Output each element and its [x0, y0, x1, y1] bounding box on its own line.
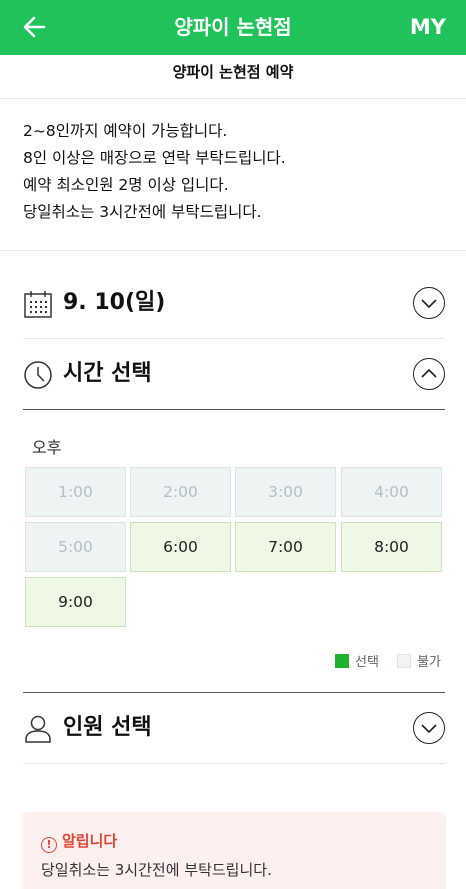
legend-swatch-unavailable [397, 654, 412, 668]
time-section-header[interactable]: 시간 선택 [23, 354, 445, 394]
alert-title: ! 알립니다 [41, 830, 117, 853]
period-label: 오후 [32, 438, 62, 457]
people-expand-button[interactable] [413, 712, 445, 744]
legend-swatch-selected [335, 654, 350, 668]
date-section-header[interactable]: 9. 10(일) [23, 283, 445, 323]
divider [23, 338, 445, 339]
app-title: 양파이 논현점 [174, 15, 292, 39]
alert-title-text: 알립니다 [62, 832, 118, 850]
time-collapse-button[interactable] [413, 358, 445, 390]
divider [23, 692, 445, 693]
page-title: 양파이 논현점 예약 [0, 55, 466, 99]
legend-selected-label: 선택 [355, 655, 379, 670]
alert-box: ! 알립니다 당일취소는 3시간전에 부탁드립니다. [21, 812, 446, 889]
selected-date: 9. 10(일) [63, 290, 166, 315]
notice-line: 2~8인까지 예약이 가능합니다. [23, 122, 228, 140]
reservation-notice: 2~8인까지 예약이 가능합니다. 8인 이상은 매장으로 연락 부탁드립니다.… [23, 118, 443, 226]
time-section-label: 시간 선택 [63, 361, 152, 386]
legend-unavailable-label: 불가 [417, 655, 441, 670]
time-slot-available[interactable]: 7:00 [235, 522, 336, 572]
clock-icon [24, 361, 52, 389]
time-slot: 5:00 [25, 522, 126, 572]
divider [23, 409, 445, 410]
time-slot-available[interactable]: 6:00 [130, 522, 231, 572]
notice-line: 예약 최소인원 2명 이상 입니다. [23, 176, 229, 194]
divider [0, 250, 466, 251]
legend-unavailable: 불가 [397, 651, 441, 670]
chevron-down-icon [421, 724, 437, 734]
time-slot: 3:00 [235, 467, 336, 517]
my-page-button[interactable]: MY [410, 0, 446, 55]
legend-selected: 선택 [335, 651, 379, 670]
person-icon [25, 715, 51, 743]
time-slot-available[interactable]: 9:00 [25, 577, 126, 627]
warning-icon: ! [41, 837, 57, 853]
alert-body: 당일취소는 3시간전에 부탁드립니다. [41, 861, 272, 879]
notice-line: 당일취소는 3시간전에 부탁드립니다. [23, 203, 262, 221]
top-app-bar: 양파이 논현점 MY [0, 0, 466, 55]
chevron-down-icon [421, 299, 437, 309]
divider [23, 763, 445, 764]
date-expand-button[interactable] [413, 287, 445, 319]
time-slot-available[interactable]: 8:00 [341, 522, 442, 572]
calendar-icon [24, 291, 52, 318]
chevron-up-icon [421, 368, 437, 378]
notice-line: 8인 이상은 매장으로 연락 부탁드립니다. [23, 149, 286, 167]
slot-legend: 선택 불가 [321, 651, 441, 670]
time-slot: 1:00 [25, 467, 126, 517]
people-section-header[interactable]: 인원 선택 [23, 708, 445, 748]
time-slot: 4:00 [341, 467, 442, 517]
people-section-label: 인원 선택 [63, 715, 152, 740]
time-slot: 2:00 [130, 467, 231, 517]
